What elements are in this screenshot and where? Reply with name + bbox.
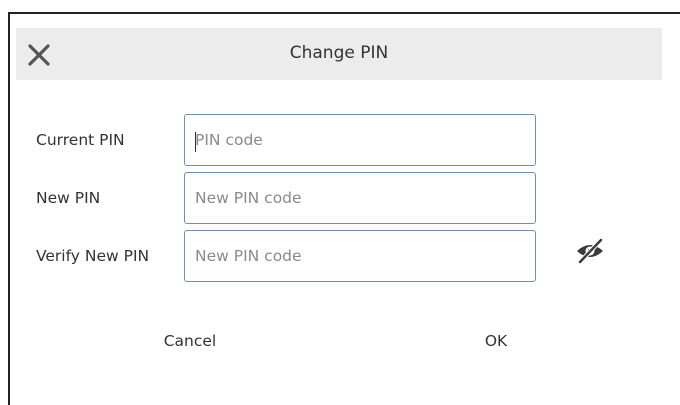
eye-slash-icon[interactable] <box>574 236 606 265</box>
verify-pin-label: Verify New PIN <box>36 247 150 265</box>
ok-button[interactable]: OK <box>466 332 526 350</box>
current-pin-label: Current PIN <box>36 131 125 149</box>
new-pin-label: New PIN <box>36 189 101 207</box>
current-pin-input[interactable] <box>184 114 536 166</box>
dialog-titlebar: Change PIN <box>16 28 662 80</box>
cancel-button[interactable]: Cancel <box>140 332 240 350</box>
dialog-title: Change PIN <box>289 43 389 63</box>
new-pin-input[interactable] <box>184 172 536 224</box>
text-caret <box>195 132 196 152</box>
verify-pin-input[interactable] <box>184 230 536 282</box>
